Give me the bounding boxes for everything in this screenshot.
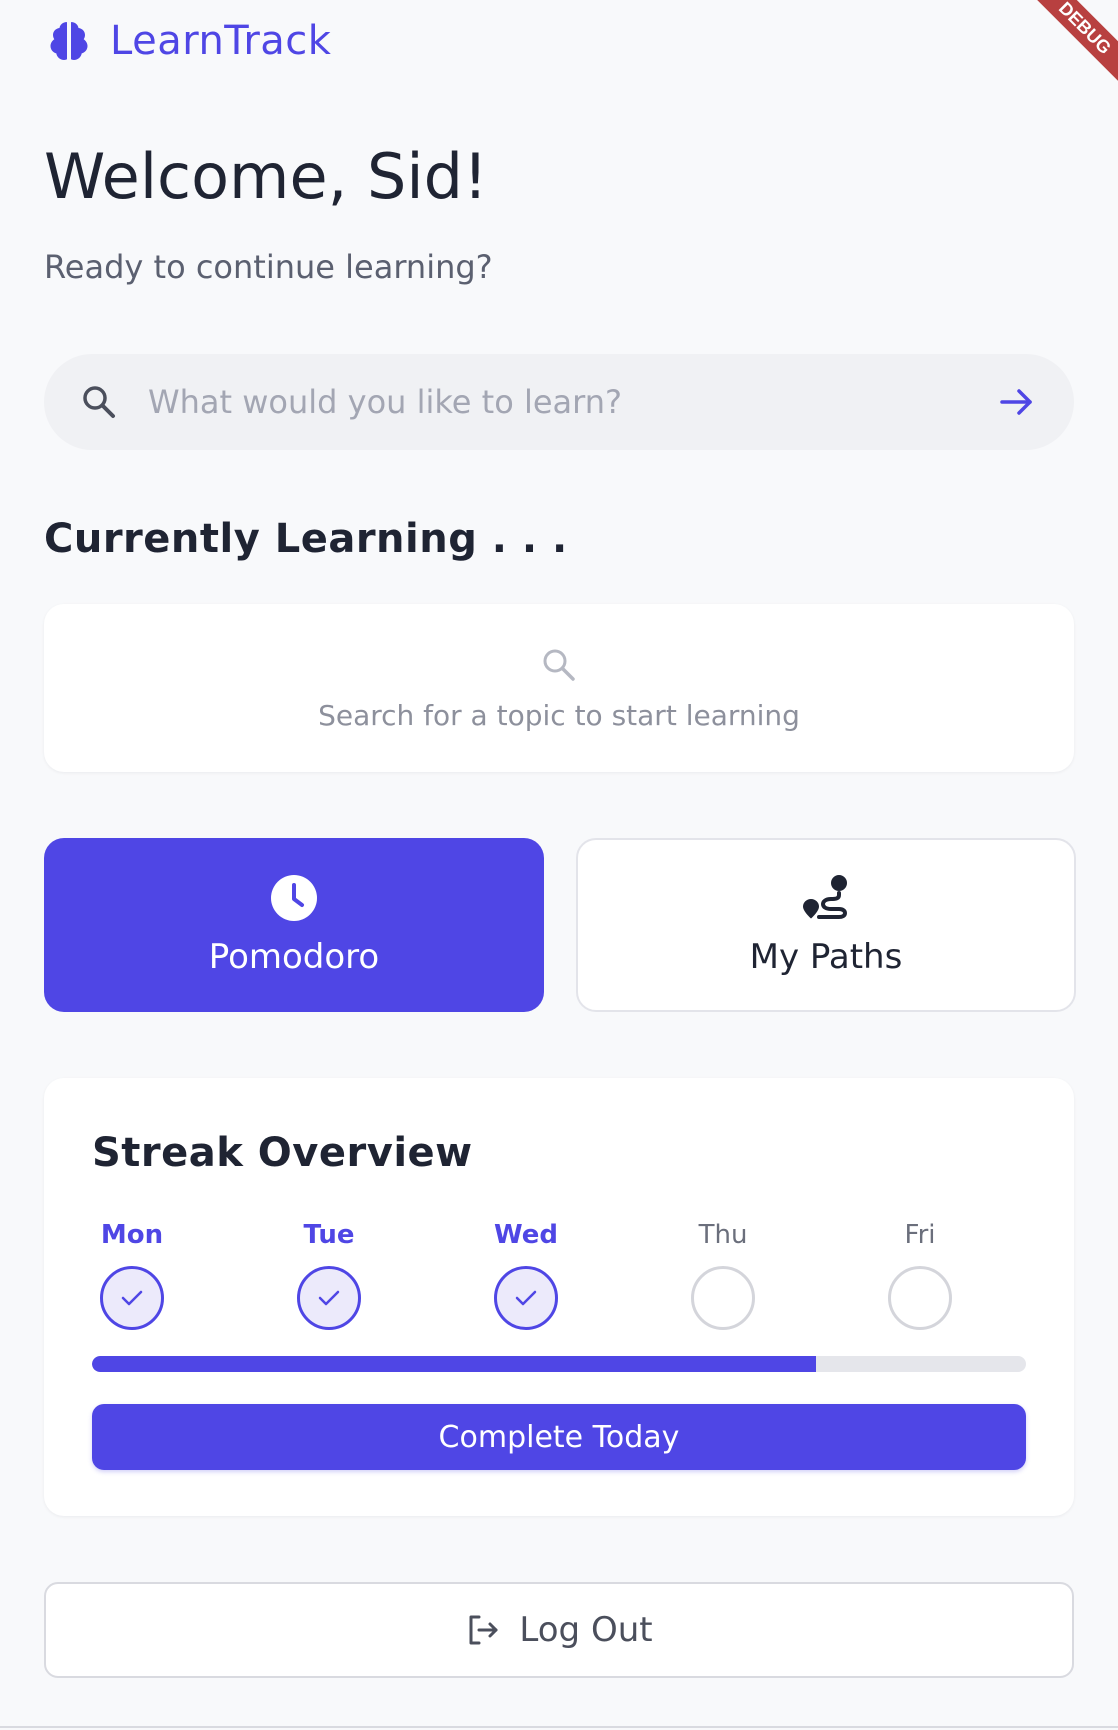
day-label: Wed: [494, 1220, 558, 1250]
currently-learning-card: Search for a topic to start learning: [44, 604, 1074, 772]
search-input[interactable]: [148, 383, 996, 421]
day-status-circle: [691, 1266, 755, 1330]
bottom-divider: [0, 1726, 1118, 1728]
arrow-right-icon: [1000, 389, 1032, 415]
empty-state-text: Search for a topic to start learning: [318, 698, 800, 732]
day-status-circle: [494, 1266, 558, 1330]
complete-today-button[interactable]: Complete Today: [92, 1404, 1026, 1470]
search-bar[interactable]: [44, 354, 1074, 450]
streak-progress-fill: [92, 1356, 816, 1372]
check-icon: [318, 1290, 340, 1306]
day-status-circle: [888, 1266, 952, 1330]
route-icon: [803, 875, 847, 919]
pomodoro-label: Pomodoro: [208, 937, 380, 977]
streak-day-mon: Mon: [92, 1218, 172, 1330]
app-root: LearnTrack DEBUG Welcome, Sid! Ready to …: [0, 0, 1118, 1730]
logout-icon: [469, 1615, 498, 1645]
pomodoro-button[interactable]: Pomodoro: [44, 838, 544, 1012]
day-label: Thu: [698, 1220, 748, 1250]
streak-day-thu: Thu: [683, 1218, 763, 1330]
day-status-circle: [100, 1266, 164, 1330]
search-icon: [83, 386, 115, 418]
streak-progress-bar: [92, 1356, 1026, 1372]
streak-day-fri: Fri: [880, 1218, 960, 1330]
my-paths-label: My Paths: [749, 937, 903, 977]
brain-icon: [50, 22, 88, 60]
streak-day-tue: Tue: [289, 1218, 369, 1330]
debug-ribbon: DEBUG: [1014, 0, 1118, 99]
welcome-subtitle: Ready to continue learning?: [44, 248, 493, 286]
brand-name: LearnTrack: [110, 18, 332, 64]
clock-icon: [271, 875, 317, 921]
check-icon: [121, 1290, 143, 1306]
logout-button[interactable]: Log Out: [44, 1582, 1074, 1678]
day-label: Mon: [100, 1220, 164, 1250]
search-icon: [543, 649, 575, 681]
streak-title: Streak Overview: [92, 1130, 473, 1176]
logout-label: Log Out: [519, 1610, 653, 1650]
streak-days: Mon Tue Wed Thu Fri: [92, 1218, 1026, 1338]
check-icon: [515, 1290, 537, 1306]
day-status-circle: [297, 1266, 361, 1330]
day-label: Tue: [303, 1220, 355, 1250]
streak-card: Streak Overview Mon Tue Wed Thu Fri Comp…: [44, 1078, 1074, 1516]
search-submit-button[interactable]: [996, 381, 1038, 423]
my-paths-button[interactable]: My Paths: [576, 838, 1076, 1012]
currently-learning-title: Currently Learning . . .: [44, 516, 568, 562]
streak-day-wed: Wed: [486, 1218, 566, 1330]
brand[interactable]: LearnTrack: [44, 16, 331, 66]
welcome-title: Welcome, Sid!: [44, 140, 488, 213]
day-label: Fri: [904, 1220, 936, 1250]
